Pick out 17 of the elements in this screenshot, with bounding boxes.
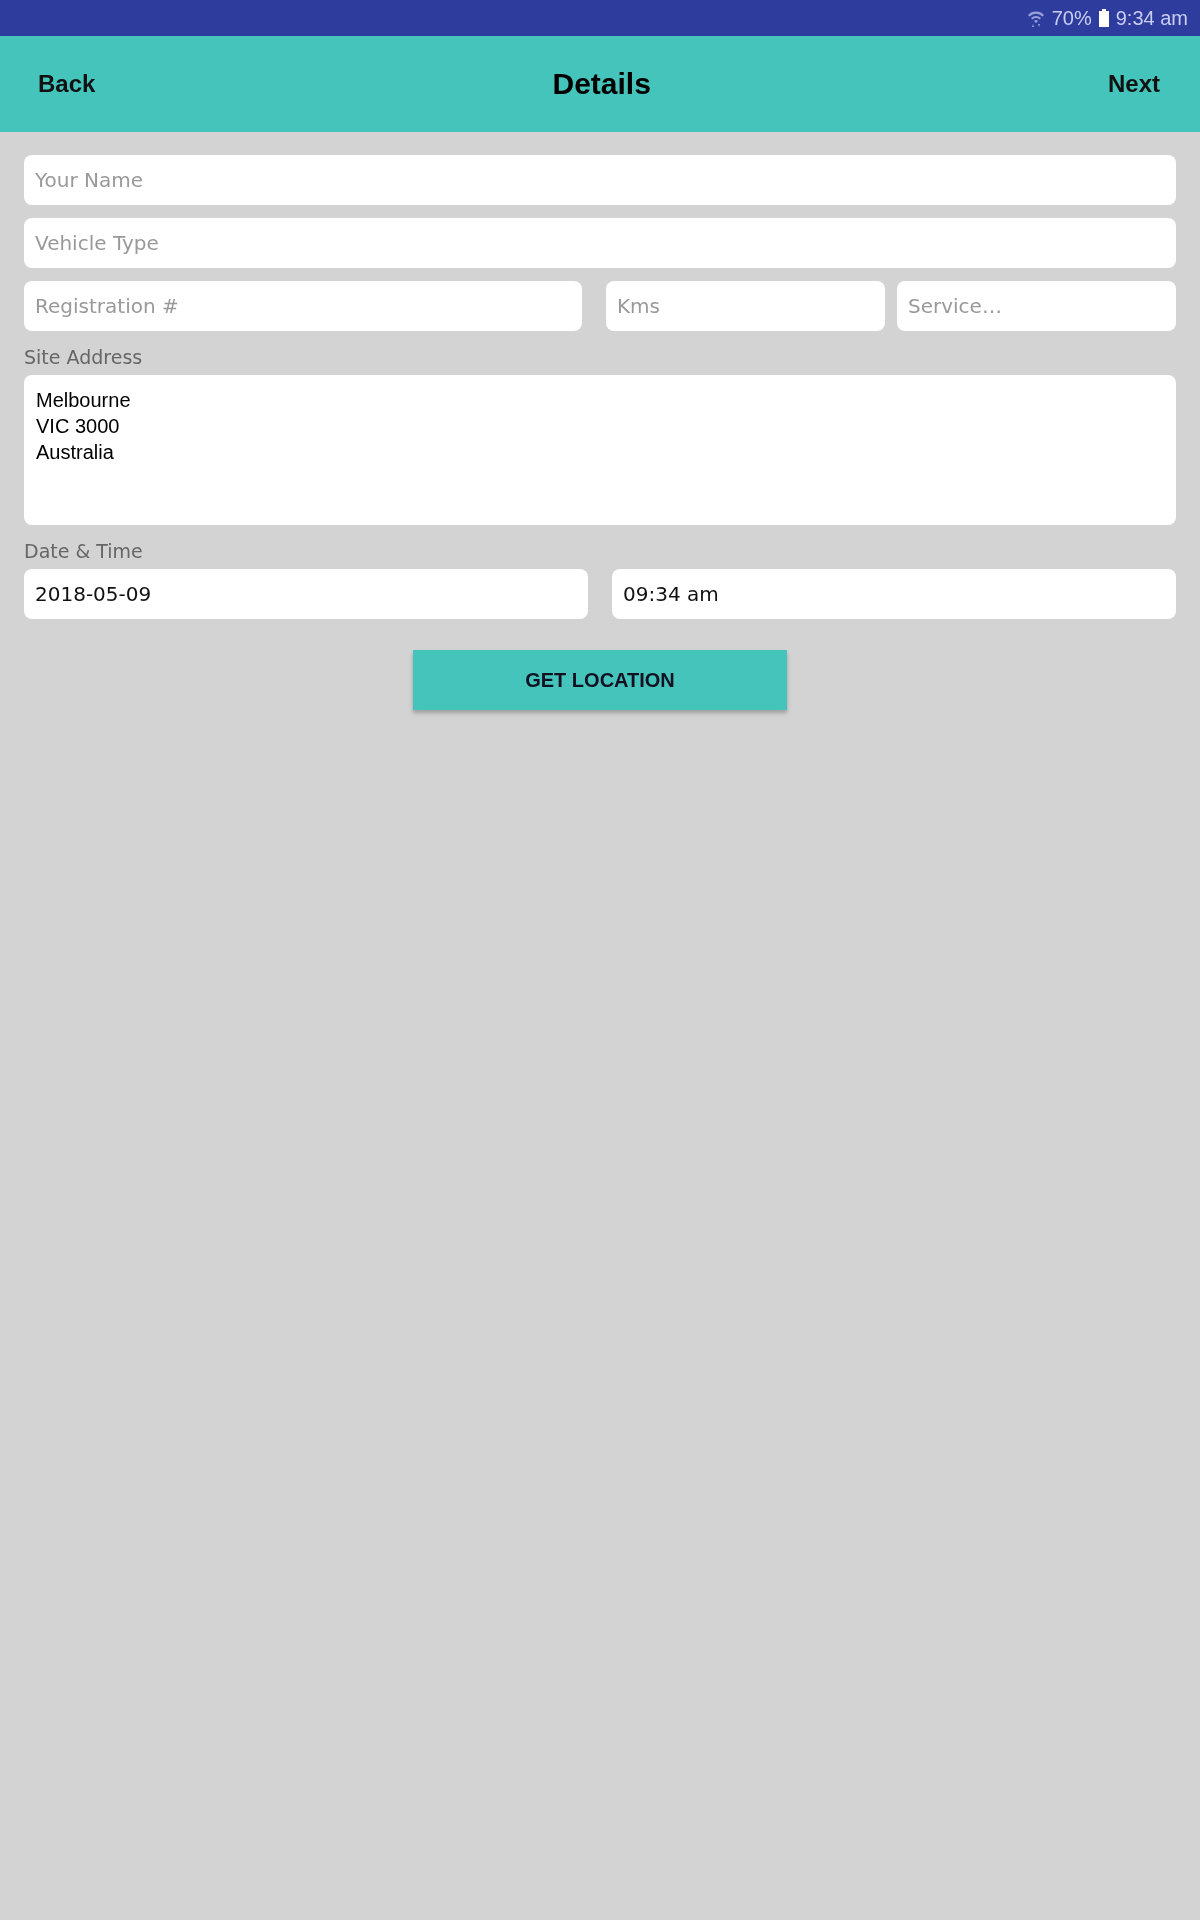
input-field[interactable]: Kms [606, 281, 885, 331]
input-field[interactable]: Vehicle Type [24, 218, 1176, 268]
next-button[interactable]: Next [1093, 64, 1174, 104]
battery-icon [1097, 8, 1110, 28]
field-label: Site Address [24, 346, 144, 368]
input-field[interactable]: Registration # [24, 281, 582, 331]
page-title: Details [552, 67, 651, 101]
field-label: Date & Time [24, 540, 144, 562]
clock-time: 9:34 am [1115, 6, 1188, 30]
input-field[interactable]: Service… [897, 281, 1176, 331]
input-field[interactable]: Your Name [24, 155, 1176, 205]
battery-percent: 70% [1051, 6, 1092, 30]
time-field[interactable]: 09:34 am [612, 569, 1176, 619]
back-button[interactable]: Back [24, 64, 110, 104]
get-location-button[interactable]: GET LOCATION [413, 650, 787, 710]
address-field[interactable]: Melbourne VIC 3000 Australia [24, 375, 1176, 525]
date-field[interactable]: 2018-05-09 [24, 569, 588, 619]
